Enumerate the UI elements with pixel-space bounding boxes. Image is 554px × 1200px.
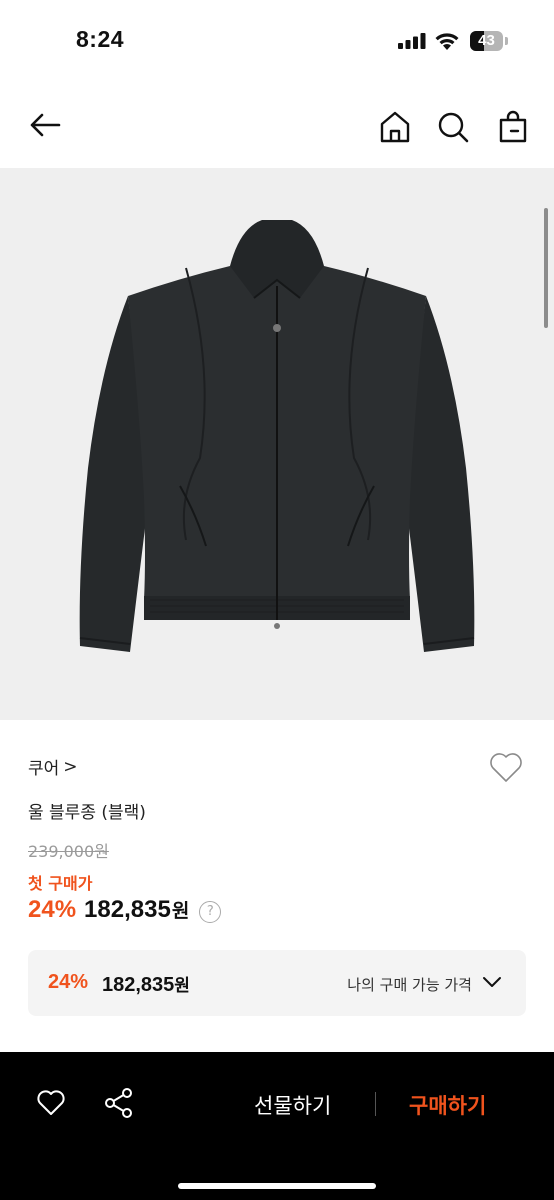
box-price-value: 182,835 (102, 974, 175, 996)
wifi-icon (435, 33, 459, 50)
product-image[interactable] (0, 168, 554, 720)
jacket-image (79, 220, 475, 652)
gift-button[interactable]: 선물하기 (254, 1090, 331, 1120)
price-row: 24% 182,835 원 ? (28, 896, 222, 925)
search-icon[interactable] (436, 110, 470, 144)
battery-icon: 43 (470, 31, 508, 51)
battery-level: 43 (478, 32, 495, 49)
back-arrow-icon[interactable] (28, 108, 62, 142)
box-price: 182,835원 (102, 971, 190, 997)
status-bar: 8:24 43 (0, 0, 554, 86)
brand-name: 쿠어 (28, 759, 60, 779)
product-name: 울 블루종 (블랙) (28, 803, 146, 823)
status-time: 8:24 (76, 26, 125, 52)
currency-unit: 원 (171, 900, 190, 922)
discount-rate: 24% (28, 896, 77, 923)
home-indicator (178, 1183, 376, 1189)
chevron-right-icon: > (63, 756, 78, 777)
wishlist-heart-icon[interactable] (488, 750, 524, 784)
scroll-indicator[interactable] (544, 208, 548, 328)
brand-link[interactable]: 쿠어 > (28, 754, 78, 780)
cellular-signal-icon (398, 33, 426, 49)
my-price-label: 나의 구매 가능 가격 (347, 976, 472, 994)
first-purchase-label: 첫 구매가 (28, 874, 93, 893)
sale-price: 182,835 (84, 896, 171, 923)
heart-icon[interactable] (36, 1089, 66, 1117)
box-discount-rate: 24% (48, 971, 89, 993)
help-icon[interactable]: ? (199, 901, 222, 923)
my-price-dropdown[interactable]: 24% 182,835원 나의 구매 가능 가격 (28, 950, 526, 1016)
box-currency: 원 (174, 976, 190, 995)
shopping-bag-icon[interactable] (496, 110, 530, 144)
share-icon[interactable] (104, 1087, 134, 1119)
chevron-down-icon (483, 977, 501, 987)
bottom-action-bar: 선물하기 구매하기 (0, 1052, 554, 1200)
original-price: 239,000원 (28, 842, 109, 861)
divider (375, 1092, 376, 1116)
buy-button[interactable]: 구매하기 (409, 1090, 486, 1120)
nav-bar (0, 86, 554, 168)
home-icon[interactable] (378, 110, 412, 144)
